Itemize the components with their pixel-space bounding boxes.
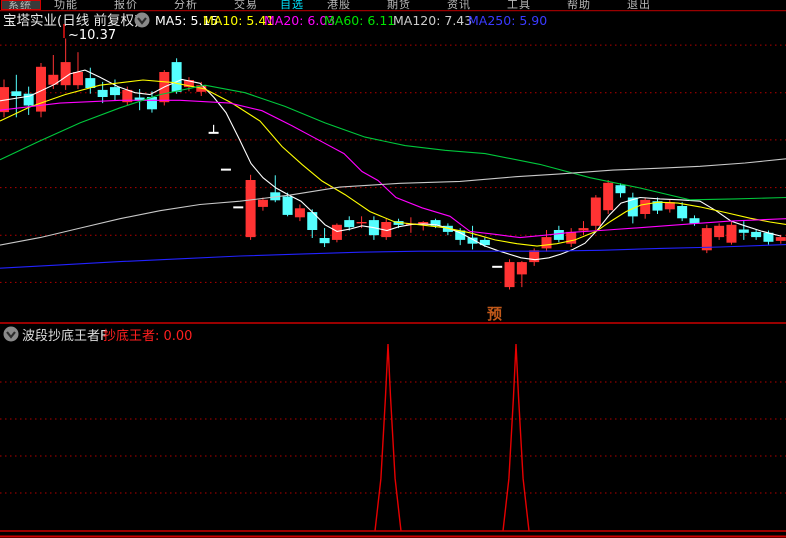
candle-body: [516, 262, 527, 275]
candle-body: [11, 91, 22, 96]
menu-item-6[interactable]: 港股: [327, 0, 351, 10]
menu-item-2[interactable]: 报价: [114, 0, 138, 10]
signal-spike: [502, 343, 530, 532]
candle-body: [603, 182, 614, 211]
candle-body: [726, 224, 737, 243]
menu-item-1[interactable]: 功能: [54, 0, 78, 10]
menu-item-8[interactable]: 资讯: [447, 0, 471, 10]
candle-body: [677, 206, 688, 219]
candle-body: [60, 62, 71, 86]
candle-body: [590, 197, 601, 226]
collapse-panel2-icon[interactable]: [3, 326, 19, 342]
candle-body: [553, 230, 564, 240]
signal-spike: [374, 343, 402, 532]
candle-body: [344, 220, 355, 228]
candle-body: [97, 89, 108, 97]
ma-line-MA250: [0, 244, 786, 269]
main-gridlines: [0, 44, 786, 283]
indicator-value: 抄底王者: 0.00: [103, 328, 192, 344]
collapse-main-icon[interactable]: [134, 12, 150, 28]
candle-body: [541, 237, 552, 249]
ma-line-MA120: [0, 158, 786, 246]
indicator-name[interactable]: 波段抄底王者F: [22, 328, 107, 344]
ma-lines-layer: [0, 69, 786, 269]
candle-body: [751, 231, 762, 238]
candle-body: [504, 262, 515, 288]
candle-body: [245, 180, 256, 238]
candle-body: [331, 224, 342, 240]
candle-body: [714, 225, 725, 238]
menu-item-3[interactable]: 分析: [174, 0, 198, 10]
candle-body: [294, 208, 305, 218]
candle-body: [640, 199, 651, 214]
candle-body: [257, 199, 268, 207]
menu-item-7[interactable]: 期货: [387, 0, 411, 10]
chart-svg: 宝塔实业(日线 前复权) MA5: 5.15MA10: 5.41MA20: 6.…: [0, 9, 786, 538]
ma-line-MA10: [0, 79, 786, 247]
menu-item-9[interactable]: 工具: [507, 0, 531, 10]
candle-body: [529, 250, 540, 263]
candle-body: [171, 62, 182, 92]
candle-body: [615, 185, 626, 194]
candle-body: [282, 196, 293, 215]
symbol-title: 宝塔实业(日线 前复权): [3, 12, 139, 29]
menu-item-10[interactable]: 帮助: [567, 0, 591, 10]
yu-signal-marker: 预: [487, 305, 502, 323]
menu-item-0[interactable]: 系统: [8, 1, 32, 9]
candle-body: [109, 87, 120, 96]
candle-body: [689, 218, 700, 224]
ma-value-label-4: MA120: 7.43: [393, 13, 472, 28]
candle-body: [356, 222, 367, 224]
candle-flat: [492, 265, 503, 268]
menu-item-5[interactable]: 自选: [280, 0, 304, 10]
menu-button-box[interactable]: 系统: [1, 0, 41, 10]
candle-flat: [220, 168, 231, 171]
peak-price-label: ~10.37: [68, 28, 116, 43]
ma-value-label-3: MA60: 6.11: [324, 13, 395, 28]
menu-item-11[interactable]: 退出: [627, 0, 651, 10]
ma-line-MA20: [0, 99, 786, 239]
ma-value-label-5: MA250: 5.90: [468, 13, 547, 28]
indicator-spikes: [374, 343, 530, 532]
stock-analysis-window: 系统 功能 报价 分析 交易 自选 港股 期货 资讯 工具 帮助 退出 宝塔实业(日线 前复权) MA…: [0, 0, 786, 538]
ma-line-MA60: [0, 84, 786, 201]
menu-item-4[interactable]: 交易: [234, 0, 258, 10]
candle-flat: [233, 206, 244, 209]
candle-body: [738, 229, 749, 233]
candle-body: [578, 228, 589, 231]
candle-body: [319, 238, 330, 244]
menu-bar: 系统 功能 报价 分析 交易 自选 港股 期货 资讯 工具 帮助 退出: [0, 0, 786, 10]
candle-body: [775, 237, 786, 241]
candle-body: [72, 72, 83, 86]
